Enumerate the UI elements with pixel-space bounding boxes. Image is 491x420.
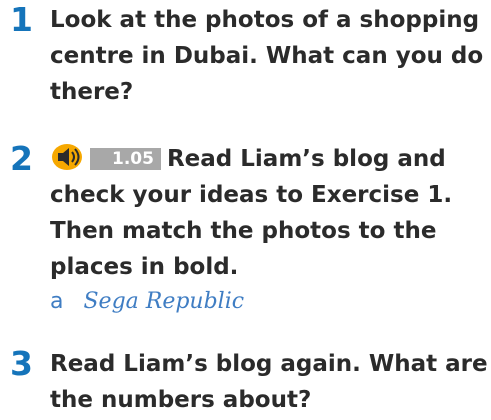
exercise-3: 3 Read Liam’s blog again. What are the n… — [0, 346, 491, 420]
instruction-line: centre in Dubai. What can you do — [50, 43, 484, 69]
instruction-text: Read Liam’s blog and — [166, 146, 446, 172]
exercise-number: 3 — [10, 344, 33, 383]
exercise-instruction: 1.05 Read Liam’s blog and check your idea… — [50, 141, 488, 285]
instruction-line: Look at the photos of a shopping — [50, 7, 480, 33]
instruction-line: Then match the photos to the — [50, 218, 437, 244]
example-answer: a Sega Republic — [50, 287, 244, 317]
speaker-icon[interactable] — [50, 142, 84, 172]
exercise-number: 2 — [10, 139, 33, 178]
instruction-line: check your ideas to Exercise 1. — [50, 182, 453, 208]
instruction-line-with-audio: 1.05 Read Liam’s blog and — [50, 141, 488, 177]
answer-text: Sega Republic — [83, 289, 245, 314]
exercise-2: 2 1.05 Read Liam’s blog and check your id… — [0, 141, 491, 331]
instruction-line: there? — [50, 79, 134, 105]
instruction-line: the numbers about? — [50, 387, 312, 413]
audio-track-badge[interactable]: 1.05 — [90, 148, 161, 170]
exercise-1: 1 Look at the photos of a shopping centr… — [0, 2, 491, 112]
instruction-line: places in bold. — [50, 254, 239, 280]
answer-letter: a — [50, 289, 64, 314]
exercise-number: 1 — [10, 0, 33, 39]
exercise-instruction: Look at the photos of a shopping centre … — [50, 2, 488, 110]
instruction-line: Read Liam’s blog again. What are — [50, 351, 488, 377]
exercise-instruction: Read Liam’s blog again. What are the num… — [50, 346, 488, 418]
